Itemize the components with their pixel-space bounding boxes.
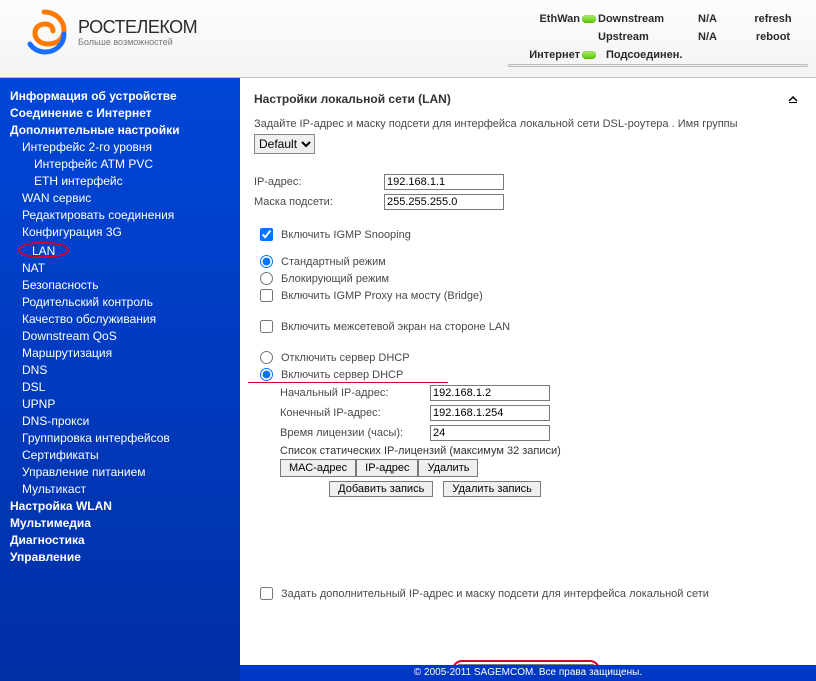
lan-firewall-checkbox[interactable]: [260, 320, 273, 333]
footer: © 2005-2011 SAGEMCOM. Все права защищены…: [240, 665, 816, 681]
page-description: Задайте IP-адрес и маску подсети для инт…: [254, 118, 798, 130]
sidebar-item-17[interactable]: DSL: [0, 379, 240, 396]
sidebar-item-21[interactable]: Сертификаты: [0, 447, 240, 464]
logo: РОСТЕЛЕКОМ Больше возможностей: [20, 8, 197, 56]
static-list-label: Список статических IP-лицензий (максимум…: [280, 445, 561, 457]
brand-tagline: Больше возможностей: [78, 38, 197, 47]
add-entry-button[interactable]: Добавить запись: [329, 481, 433, 497]
dhcp-start-label: Начальный IP-адрес:: [280, 387, 430, 399]
ethwan-label: EthWan: [516, 13, 580, 25]
sidebar-item-23[interactable]: Мультикаст: [0, 481, 240, 498]
delete-entry-button[interactable]: Удалить запись: [443, 481, 541, 497]
page-title: Настройки локальной сети (LAN): [254, 92, 451, 106]
upstream-value: N/A: [698, 31, 738, 43]
sidebar-item-14[interactable]: Downstream QoS: [0, 328, 240, 345]
sidebar-item-2[interactable]: Дополнительные настройки: [0, 122, 240, 139]
dhcp-off-radio[interactable]: [260, 351, 273, 364]
internet-label: Интернет: [516, 49, 580, 61]
dhcp-settings: Начальный IP-адрес: Конечный IP-адрес: В…: [280, 385, 798, 497]
collapse-icon[interactable]: [788, 94, 798, 104]
sidebar-item-22[interactable]: Управление питанием: [0, 464, 240, 481]
lan-firewall-label: Включить межсетевой экран на стороне LAN: [281, 321, 510, 333]
mode-standard-radio[interactable]: [260, 255, 273, 268]
connected-label: Подсоединен.: [598, 49, 808, 61]
sidebar-item-15[interactable]: Маршрутизация: [0, 345, 240, 362]
subnet-mask-input[interactable]: [384, 194, 504, 210]
sidebar-item-3[interactable]: Интерфейс 2-го уровня: [0, 139, 240, 156]
sidebar-item-12[interactable]: Родительский контроль: [0, 294, 240, 311]
sidebar-item-18[interactable]: UPNP: [0, 396, 240, 413]
sidebar-item-13[interactable]: Качество обслуживания: [0, 311, 240, 328]
dhcp-start-input[interactable]: [430, 385, 550, 401]
header: РОСТЕЛЕКОМ Больше возможностей EthWan Do…: [0, 0, 816, 78]
sidebar-item-10[interactable]: NAT: [0, 260, 240, 277]
dhcp-end-label: Конечный IP-адрес:: [280, 407, 430, 419]
reboot-button[interactable]: reboot: [738, 30, 808, 44]
mask-label: Маска подсети:: [254, 196, 384, 208]
sidebar-item-11[interactable]: Безопасность: [0, 277, 240, 294]
igmp-snooping-label: Включить IGMP Snooping: [281, 229, 411, 241]
sidebar-item-8[interactable]: Конфигурация 3G: [0, 224, 240, 241]
upstream-label: Upstream: [598, 31, 698, 43]
mode-standard-label: Стандартный режим: [281, 256, 386, 268]
sidebar-item-0[interactable]: Информация об устройстве: [0, 88, 240, 105]
igmp-snooping-checkbox[interactable]: [260, 228, 273, 241]
sidebar-item-4[interactable]: Интерфейс ATM PVC: [0, 156, 240, 173]
dhcp-on-radio[interactable]: [260, 368, 273, 381]
sidebar-item-6[interactable]: WAN сервис: [0, 190, 240, 207]
col-mac-button[interactable]: МАС-адрес: [280, 459, 356, 477]
sidebar-item-1[interactable]: Соединение с Интернет: [0, 105, 240, 122]
secondary-ip-checkbox[interactable]: [260, 587, 273, 600]
ip-address-input[interactable]: [384, 174, 504, 190]
ip-label: IP-адрес:: [254, 176, 384, 188]
sidebar-item-16[interactable]: DNS: [0, 362, 240, 379]
mode-blocking-label: Блокирующий режим: [281, 273, 389, 285]
sidebar-item-20[interactable]: Группировка интерфейсов: [0, 430, 240, 447]
mode-blocking-radio[interactable]: [260, 272, 273, 285]
lease-input[interactable]: [430, 425, 550, 441]
igmp-proxy-label: Включить IGMP Proxy на мосту (Bridge): [281, 290, 483, 302]
divider: [508, 64, 808, 67]
logo-swirl-icon: [20, 8, 68, 56]
sidebar-item-24[interactable]: Настройка WLAN: [0, 498, 240, 515]
sidebar-item-26[interactable]: Диагностика: [0, 532, 240, 549]
led-green-icon: [582, 51, 596, 59]
sidebar-item-27[interactable]: Управление: [0, 549, 240, 566]
dhcp-on-label: Включить сервер DHCP: [281, 369, 403, 381]
refresh-button[interactable]: refresh: [738, 12, 808, 26]
sidebar-item-5[interactable]: ETH интерфейс: [0, 173, 240, 190]
sidebar-item-19[interactable]: DNS-прокси: [0, 413, 240, 430]
secondary-ip-label: Задать дополнительный IP-адрес и маску п…: [281, 588, 709, 600]
col-ip-button[interactable]: IP-адрес: [356, 459, 418, 477]
led-green-icon: [582, 15, 596, 23]
dhcp-end-input[interactable]: [430, 405, 550, 421]
sidebar-item-7[interactable]: Редактировать соединения: [0, 207, 240, 224]
status-panel: EthWan Downstream N/A refresh Upstream N…: [516, 10, 808, 64]
col-delete-button[interactable]: Удалить: [418, 459, 478, 477]
brand-name: РОСТЕЛЕКОМ: [78, 18, 197, 36]
downstream-value: N/A: [698, 13, 738, 25]
downstream-label: Downstream: [598, 13, 698, 25]
group-select[interactable]: Default: [254, 134, 315, 154]
main-content: Настройки локальной сети (LAN) Задайте I…: [240, 78, 816, 681]
lease-label: Время лицензии (часы):: [280, 427, 430, 439]
igmp-proxy-checkbox[interactable]: [260, 289, 273, 302]
sidebar-item-9[interactable]: LAN: [0, 241, 240, 260]
sidebar-item-25[interactable]: Мультимедиа: [0, 515, 240, 532]
dhcp-off-label: Отключить сервер DHCP: [281, 352, 410, 364]
sidebar: Информация об устройствеСоединение с Инт…: [0, 78, 240, 681]
